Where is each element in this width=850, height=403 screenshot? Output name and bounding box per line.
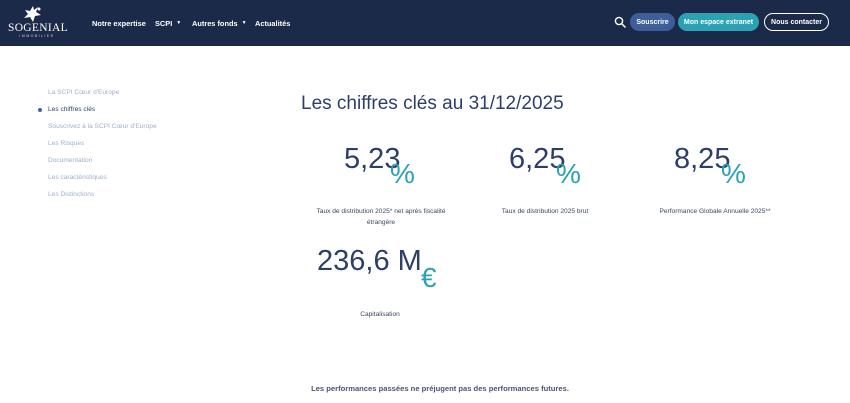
logo-subtitle: IMMOBILIER (19, 34, 55, 38)
kpi-label: Capitalisation (360, 311, 400, 318)
extranet-button[interactable]: Mon espace extranet (678, 13, 759, 31)
subscribe-button[interactable]: Souscrire (630, 13, 675, 31)
sidebar-item-souscrivez[interactable]: Souscrivez à la SCPI Cœur d'Europe (48, 123, 157, 130)
nav-scpi[interactable]: SCPI ▼ (155, 0, 181, 46)
kpi-label-line2: étrangère (366, 219, 396, 226)
kpi-unit-percent: % (390, 158, 415, 189)
sogenial-logo[interactable]: SOGENIAL IMMOBILIER (8, 5, 68, 41)
sidebar-item-risques[interactable]: Les Risques (48, 140, 84, 147)
kpi-unit-percent: % (721, 158, 746, 189)
active-indicator-dot (38, 108, 42, 112)
kpi-label: Taux de distribution 2025 brut (501, 208, 589, 215)
kpi-unit-percent: % (556, 158, 581, 189)
nav-label: Actualités (255, 18, 291, 28)
nav-label: SCPI (155, 18, 173, 28)
top-header: SOGENIAL IMMOBILIER Notre expertise SCPI… (0, 0, 850, 46)
kpi-value: 236,6 M (317, 245, 422, 277)
nav-notre-expertise[interactable]: Notre expertise (92, 0, 146, 46)
contact-button[interactable]: Nous contacter (764, 13, 829, 31)
kpi-label-line1: Taux de distribution 2025* net après fis… (316, 208, 446, 215)
kpi-label: Taux de distribution 2025* net après fis… (296, 206, 466, 228)
chevron-down-icon: ▼ (176, 19, 182, 26)
nav-label: Autres fonds (192, 18, 238, 28)
logo-mark-icon (24, 6, 41, 22)
sidebar-item-scpi[interactable]: La SCPI Cœur d'Europe (48, 89, 119, 96)
sidebar-item-chiffres-cles[interactable]: Les chiffres clés (48, 106, 95, 113)
nav-actualites[interactable]: Actualités (255, 0, 290, 46)
kpi-unit-euro: € (421, 262, 437, 293)
sidebar-item-caracteristiques[interactable]: Les caractéristiques (48, 174, 107, 181)
nav-label: Notre expertise (92, 18, 146, 28)
logo-name: SOGENIAL (8, 22, 68, 34)
chevron-down-icon: ▼ (241, 19, 247, 26)
sidebar-item-documentation[interactable]: Documentation (48, 157, 92, 164)
performance-disclaimer: Les performances passées ne préjugent pa… (311, 384, 569, 393)
nav-autres-fonds[interactable]: Autres fonds ▼ (192, 0, 247, 46)
search-icon[interactable] (614, 16, 626, 28)
sidebar-item-distinctions[interactable]: Les Distinctions (48, 191, 94, 198)
page-title: Les chiffres clés au 31/12/2025 (301, 93, 564, 114)
kpi-label: Performance Globale Annuelle 2025** (659, 208, 771, 215)
